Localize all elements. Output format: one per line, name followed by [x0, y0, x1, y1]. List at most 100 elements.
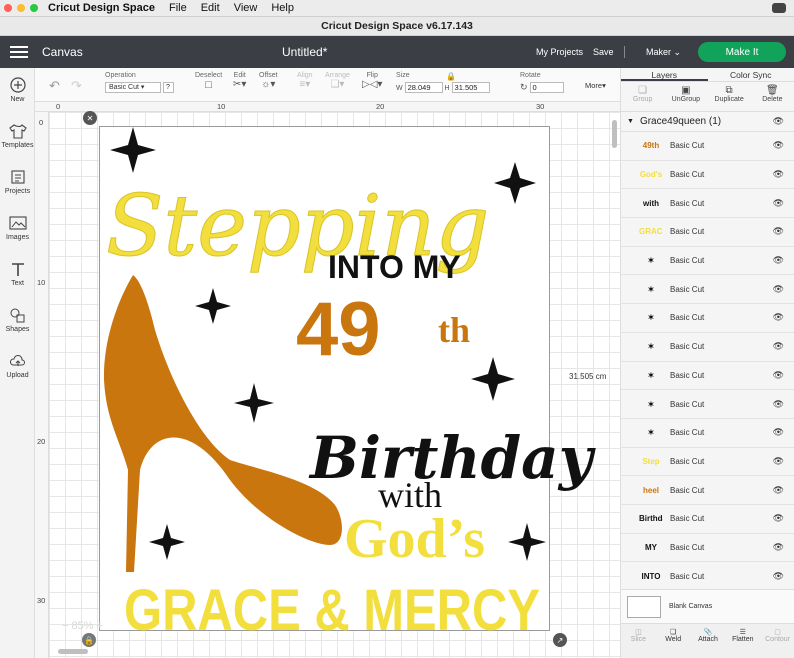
operation-help-button[interactable]: ? [162, 82, 174, 93]
layer-row[interactable]: MY Basic Cut 👁 [621, 534, 794, 563]
eye-icon[interactable]: 👁 [773, 312, 784, 323]
deselect-button[interactable]: Deselect □ [195, 72, 222, 91]
zoom-level[interactable]: − 85% + [62, 620, 103, 632]
layer-row[interactable]: ✶ Basic Cut 👁 [621, 247, 794, 276]
flatten-button[interactable]: ☰ Flatten [725, 624, 760, 658]
suffix-text[interactable]: th [438, 310, 470, 350]
eye-icon[interactable]: 👁 [773, 513, 784, 524]
menu-edit[interactable]: Edit [201, 2, 220, 14]
eye-icon[interactable]: 👁 [773, 427, 784, 438]
weld-button[interactable]: ❏ Weld [656, 624, 691, 658]
menu-view[interactable]: View [234, 2, 258, 14]
eye-icon[interactable]: 👁 [773, 116, 784, 127]
delete-handle-icon[interactable]: ✕ [83, 111, 97, 125]
layer-row[interactable]: ✶ Basic Cut 👁 [621, 275, 794, 305]
blank-canvas-row[interactable]: Blank Canvas [621, 589, 794, 623]
slice-button[interactable]: ◫ Slice [621, 624, 656, 658]
eye-icon[interactable]: 👁 [773, 140, 784, 151]
layer-row[interactable]: ✶ Basic Cut 👁 [621, 304, 794, 333]
vertical-scrollbar[interactable] [612, 120, 617, 148]
group-button[interactable]: ❏ Group [621, 82, 664, 111]
layer-row[interactable]: Birthday Basic Cut 👁 [621, 505, 794, 534]
lock-handle-icon[interactable]: 🔒 [82, 633, 96, 647]
eye-icon[interactable]: 👁 [773, 341, 784, 352]
layer-row[interactable]: 49th Basic Cut 👁 [621, 132, 794, 161]
eye-icon[interactable]: 👁 [773, 226, 784, 237]
offset-button[interactable]: Offset ☼▾ [259, 72, 278, 90]
redo-icon[interactable]: ↷ [71, 78, 82, 94]
blank-canvas-swatch[interactable] [627, 595, 661, 618]
flip-button[interactable]: Flip ▷◁▾ [362, 72, 382, 90]
my-projects-link[interactable]: My Projects [536, 47, 583, 57]
lock-icon[interactable]: 🔒 [446, 72, 456, 81]
duplicate-button[interactable]: ⧉ Duplicate [708, 82, 751, 111]
layer-operation-label: Basic Cut [670, 485, 705, 495]
operation-select[interactable]: Basic Cut ▾ [105, 82, 161, 93]
hamburger-menu-icon[interactable] [10, 46, 28, 58]
layer-operation-label: Basic Cut [670, 514, 705, 524]
eye-icon[interactable]: 👁 [773, 198, 784, 209]
eye-icon[interactable]: 👁 [773, 542, 784, 553]
eye-icon[interactable]: 👁 [773, 169, 784, 180]
resize-handle-icon[interactable]: ↗ [553, 633, 567, 647]
zoom-window-button[interactable] [30, 4, 38, 12]
eye-icon[interactable]: 👁 [773, 456, 784, 467]
save-button[interactable]: Save [593, 47, 614, 57]
attach-button[interactable]: 📎 Attach [691, 624, 726, 658]
eye-icon[interactable]: 👁 [773, 255, 784, 266]
sidebar-item-shapes[interactable]: Shapes [0, 306, 35, 333]
contour-button[interactable]: ▢ Contour [760, 624, 794, 658]
menu-help[interactable]: Help [271, 2, 294, 14]
menu-file[interactable]: File [169, 2, 187, 14]
ungroup-button[interactable]: ▣ UnGroup [664, 82, 707, 111]
layer-group-row[interactable]: ▼ Grace49queen (1) 👁 [621, 112, 794, 132]
eye-icon[interactable]: 👁 [773, 485, 784, 496]
height-input[interactable]: 31.505 [451, 82, 490, 93]
close-window-button[interactable] [4, 4, 12, 12]
arrange-button[interactable]: Arrange ❏▾ [325, 72, 350, 90]
sidebar-item-projects[interactable]: Projects [0, 168, 35, 195]
rotate-input[interactable]: 0 [529, 82, 564, 93]
gods-text[interactable]: God’s [344, 508, 485, 570]
sidebar-item-images[interactable]: Images [0, 214, 35, 241]
layer-row[interactable]: ✶ Basic Cut 👁 [621, 362, 794, 391]
sidebar-item-text[interactable]: Text [0, 260, 35, 287]
birthday-text[interactable]: Birthday [308, 424, 597, 492]
align-button[interactable]: Align ≡▾ [297, 72, 313, 90]
into-my-text[interactable]: INTO MY [328, 249, 461, 285]
more-button[interactable]: More▾ [585, 81, 606, 90]
layer-row[interactable]: ✶ Basic Cut 👁 [621, 419, 794, 448]
layer-row[interactable]: with Basic Cut 👁 [621, 189, 794, 219]
edit-button[interactable]: Edit ✂▾ [233, 72, 246, 90]
layer-row[interactable]: heel Basic Cut 👁 [621, 476, 794, 505]
delete-label: Delete [762, 96, 783, 103]
edit-label: Edit [233, 72, 246, 79]
layer-row[interactable]: ✶ Basic Cut 👁 [621, 333, 794, 362]
layer-row[interactable]: GRACE Basic Cut 👁 [621, 218, 794, 247]
make-it-button[interactable]: Make It [698, 42, 786, 62]
eye-icon[interactable]: 👁 [773, 370, 784, 381]
number-text[interactable]: 49 [296, 287, 381, 372]
sidebar-item-upload[interactable]: Upload [0, 352, 35, 379]
horizontal-scrollbar[interactable] [58, 649, 88, 654]
sidebar-item-templates[interactable]: Templates [0, 122, 35, 149]
app-menu[interactable]: Cricut Design Space [48, 2, 155, 14]
grace-mercy-text[interactable]: GRACE & MERCY [124, 578, 540, 643]
caret-down-icon[interactable]: ▼ [627, 118, 634, 125]
eye-icon[interactable]: 👁 [773, 571, 784, 582]
layer-row[interactable]: INTO Basic Cut 👁 [621, 562, 794, 591]
machine-selector[interactable]: Maker ⌄ [646, 47, 681, 58]
eye-icon[interactable]: 👁 [773, 284, 784, 295]
undo-icon[interactable]: ↶ [49, 78, 60, 94]
eye-icon[interactable]: 👁 [773, 399, 784, 410]
sidebar-item-new[interactable]: New [0, 76, 35, 103]
tab-color-sync[interactable]: Color Sync [708, 68, 794, 81]
status-bar-icon[interactable] [772, 3, 786, 13]
layer-row[interactable]: God's Basic Cut 👁 [621, 161, 794, 190]
layer-row[interactable]: ✶ Basic Cut 👁 [621, 390, 794, 419]
width-input[interactable]: 28.049 [404, 82, 443, 93]
tab-layers[interactable]: Layers [621, 68, 708, 81]
layer-row[interactable]: Step Basic Cut 👁 [621, 448, 794, 477]
minimize-window-button[interactable] [17, 4, 25, 12]
delete-button[interactable]: 🗑 Delete [751, 82, 794, 111]
